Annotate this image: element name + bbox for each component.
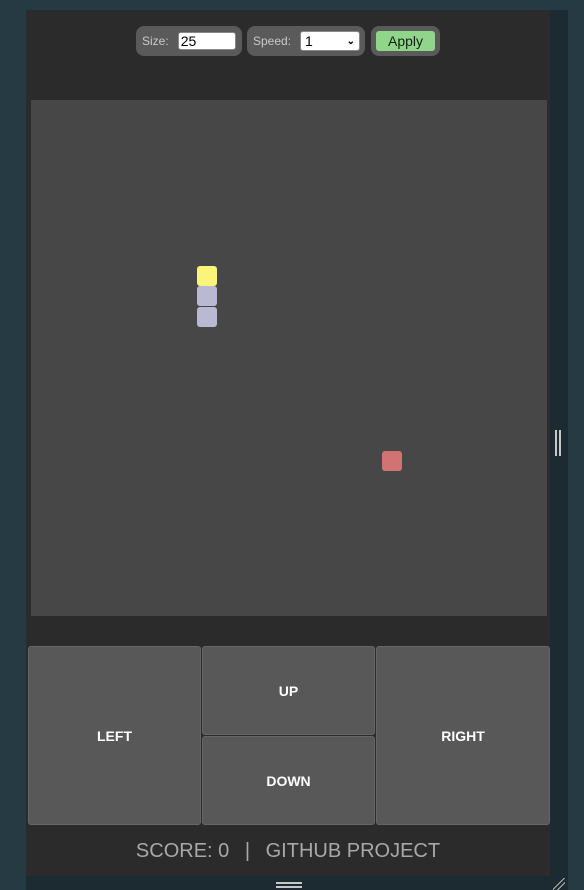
footer: SCORE: 0 | GITHUB PROJECT	[26, 840, 550, 863]
snake-game-app: Size: Speed: 1 ⌄ Apply LEFT UP DOWN RIGH…	[26, 10, 550, 876]
snake-segment	[196, 306, 217, 327]
down-button[interactable]: DOWN	[202, 736, 375, 825]
footer-separator: |	[244, 840, 251, 862]
chevron-down-icon: ⌄	[346, 35, 356, 47]
score-label: SCORE:	[135, 840, 213, 862]
apply-wrapper: Apply	[371, 26, 440, 56]
speed-select[interactable]: 1 ⌄	[300, 31, 361, 51]
apply-button[interactable]: Apply	[376, 31, 435, 51]
size-label: Size:	[142, 34, 169, 48]
speed-label: Speed:	[253, 34, 292, 48]
vertical-resize-handle[interactable]	[555, 430, 561, 456]
horizontal-resize-handle[interactable]	[276, 882, 302, 888]
snake-head	[196, 265, 217, 286]
snake-segment	[196, 286, 217, 307]
food-item	[382, 451, 403, 472]
resize-grip-icon[interactable]	[553, 878, 565, 890]
size-setting: Size:	[136, 26, 242, 56]
up-button[interactable]: UP	[202, 646, 375, 735]
size-input[interactable]	[177, 32, 236, 50]
score-value: 0	[218, 840, 230, 862]
right-button[interactable]: RIGHT	[376, 646, 550, 825]
github-project-link[interactable]: GITHUB PROJECT	[266, 840, 440, 862]
game-board	[31, 100, 547, 616]
settings-bar: Size: Speed: 1 ⌄ Apply	[26, 26, 550, 56]
speed-setting: Speed: 1 ⌄	[247, 26, 365, 56]
speed-selected-value: 1	[305, 33, 313, 49]
left-button[interactable]: LEFT	[28, 646, 201, 825]
